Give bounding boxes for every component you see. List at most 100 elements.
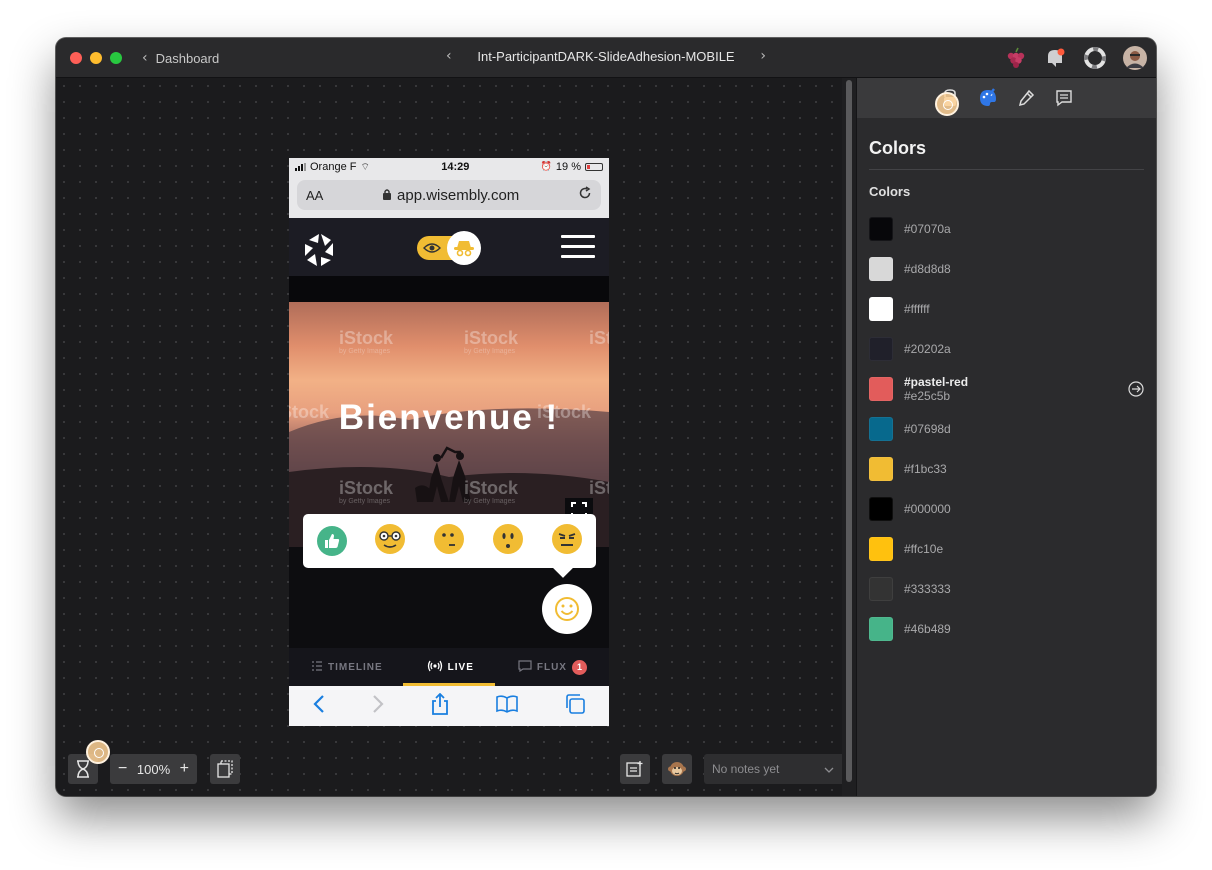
add-note-button[interactable] xyxy=(620,754,650,784)
app-window: ‹ Dashboard ‹ Int-ParticipantDARK-SlideA… xyxy=(56,38,1156,796)
annoyed-face-reaction-icon[interactable] xyxy=(551,523,583,560)
palette-icon[interactable] xyxy=(976,86,1000,110)
hero-image: iStock iStock iS tock iStock iStock iStoc… xyxy=(289,302,609,547)
color-hex: #f1bc33 xyxy=(904,462,947,476)
monkey-avatar-button[interactable] xyxy=(662,754,692,784)
color-swatch xyxy=(869,457,893,481)
notes-dropdown[interactable]: No notes yet xyxy=(704,754,842,784)
titlebar-icons xyxy=(1002,45,1148,71)
color-row[interactable]: #ffc10e xyxy=(857,529,1156,569)
safari-address-area: AA app.wisembly.com xyxy=(289,176,609,218)
tabs-icon[interactable] xyxy=(565,693,586,719)
signal-icon xyxy=(295,163,306,171)
safari-toolbar xyxy=(289,686,609,726)
color-hex: #ffffff xyxy=(904,302,930,316)
color-swatch xyxy=(869,257,893,281)
back-to-dashboard-link[interactable]: ‹ Dashboard xyxy=(142,50,219,66)
share-icon[interactable] xyxy=(431,692,449,720)
close-window-button[interactable] xyxy=(70,52,82,64)
wisembly-logo-icon[interactable] xyxy=(303,232,339,273)
battery-icon xyxy=(585,163,603,171)
surprised-face-reaction-icon[interactable] xyxy=(492,523,524,560)
inspect-icon[interactable] xyxy=(934,86,962,116)
color-hex: #e25c5b xyxy=(904,389,951,403)
reaction-fab-button[interactable] xyxy=(542,584,592,634)
pages-button[interactable] xyxy=(210,754,240,784)
arrow-right-circle-icon[interactable] xyxy=(1128,381,1144,402)
reload-icon[interactable] xyxy=(578,186,592,204)
carrier-label: Orange F xyxy=(310,161,357,173)
watermark-sub: by Getty Images xyxy=(339,498,390,505)
smiley-icon xyxy=(555,597,579,621)
eyedropper-icon[interactable] xyxy=(1014,86,1038,110)
thumbs-up-reaction-icon[interactable] xyxy=(316,526,347,556)
tab-live[interactable]: LIVE xyxy=(402,648,495,686)
skeptical-face-reaction-icon[interactable] xyxy=(433,523,465,560)
panel-title: Colors xyxy=(869,138,1144,170)
next-document-icon[interactable]: › xyxy=(760,48,766,64)
notes-placeholder: No notes yet xyxy=(712,762,780,776)
monkey-icon xyxy=(668,762,686,776)
mobile-preview: Orange F ⌔ 14:29 ⏰ 19 % AA app.wisembly.… xyxy=(289,158,609,726)
color-row[interactable]: #000000 xyxy=(857,489,1156,529)
help-lifebuoy-icon[interactable] xyxy=(1082,45,1108,71)
color-row[interactable]: #07698d xyxy=(857,409,1156,449)
live-broadcast-icon xyxy=(427,660,443,675)
color-swatch xyxy=(869,577,893,601)
color-hex: #07698d xyxy=(904,422,951,436)
color-swatch xyxy=(869,337,893,361)
chat-icon xyxy=(518,659,532,675)
forward-icon[interactable] xyxy=(372,694,384,719)
design-canvas[interactable]: Orange F ⌔ 14:29 ⏰ 19 % AA app.wisembly.… xyxy=(56,78,842,796)
bookmarks-icon[interactable] xyxy=(496,694,518,718)
canvas-scrollbar[interactable] xyxy=(846,80,852,782)
notification-badge: 1 xyxy=(571,659,587,675)
tab-flux[interactable]: FLUX 1 xyxy=(518,659,587,675)
inspector-tabs xyxy=(857,78,1156,118)
notification-icon[interactable] xyxy=(1042,45,1068,71)
color-swatch xyxy=(869,217,893,241)
zoom-out-button[interactable]: − xyxy=(118,760,127,778)
clock: 14:29 xyxy=(441,161,470,173)
tab-label: FLUX xyxy=(536,661,567,673)
notes-icon[interactable] xyxy=(1052,86,1076,110)
zoom-level: 100% xyxy=(136,761,171,777)
minimize-window-button[interactable] xyxy=(90,52,102,64)
watermark: iStock xyxy=(589,478,609,498)
tab-label: LIVE xyxy=(447,661,474,673)
battery-label: 19 % xyxy=(555,161,581,173)
color-row-pastel-red[interactable]: #pastel-red #e25c5b xyxy=(857,369,1156,409)
zoom-window-button[interactable] xyxy=(110,52,122,64)
hero-spacer xyxy=(289,276,609,302)
color-swatch xyxy=(869,617,893,641)
reactions-popover xyxy=(303,514,596,568)
phone-tab-bar: TIMELINE LIVE FLUX 1 xyxy=(289,648,609,686)
color-row[interactable]: #f1bc33 xyxy=(857,449,1156,489)
color-row[interactable]: #ffffff xyxy=(857,289,1156,329)
back-icon[interactable] xyxy=(313,694,325,719)
cursor-indicator xyxy=(86,740,110,764)
add-note-icon xyxy=(626,761,643,777)
user-avatar[interactable] xyxy=(1122,45,1148,71)
color-swatch xyxy=(869,417,893,441)
previous-document-icon[interactable]: ‹ xyxy=(446,48,452,64)
lock-icon xyxy=(382,187,392,204)
hamburger-menu-icon[interactable] xyxy=(561,235,595,258)
color-row[interactable]: #333333 xyxy=(857,569,1156,609)
color-hex: #d8d8d8 xyxy=(904,262,951,276)
incognito-avatar-icon[interactable] xyxy=(447,231,481,265)
nerd-face-reaction-icon[interactable] xyxy=(374,523,406,560)
back-label: Dashboard xyxy=(155,50,220,66)
zoom-in-button[interactable]: + xyxy=(180,760,189,778)
color-row[interactable]: #d8d8d8 xyxy=(857,249,1156,289)
tab-timeline[interactable]: TIMELINE xyxy=(311,660,383,675)
color-hex: #333333 xyxy=(904,582,951,596)
color-row[interactable]: #07070a xyxy=(857,209,1156,249)
color-row[interactable]: #20202a xyxy=(857,329,1156,369)
text-size-button[interactable]: AA xyxy=(306,188,323,203)
document-title-switcher: ‹ Int-ParticipantDARK-SlideAdhesion-MOBI… xyxy=(446,48,766,64)
address-bar[interactable]: AA app.wisembly.com xyxy=(297,180,601,210)
grapes-icon[interactable] xyxy=(1002,45,1028,71)
color-row[interactable]: #46b489 xyxy=(857,609,1156,649)
color-hex: #20202a xyxy=(904,342,951,356)
